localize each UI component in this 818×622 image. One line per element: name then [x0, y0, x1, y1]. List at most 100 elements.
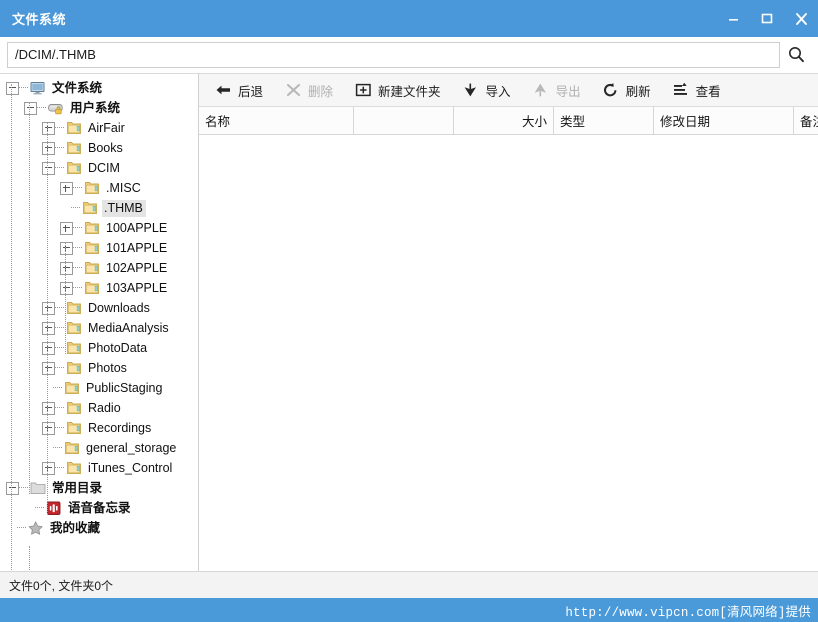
toolbar-button-label: 新建文件夹 — [378, 84, 441, 99]
tree-item-label: .THMB — [102, 199, 146, 217]
collapse-minus-icon[interactable] — [6, 81, 19, 95]
tree-connector — [19, 87, 28, 89]
tree-connector — [55, 307, 64, 309]
expand-plus-icon[interactable] — [42, 401, 55, 415]
tree-connector — [55, 167, 64, 169]
footer-bar: http://www.vipcn.com[清风网络]提供 — [0, 598, 818, 622]
tree-item-label: 102APPLE — [106, 260, 168, 275]
toolbar-button-delete-x: 删除 — [278, 76, 342, 104]
folder-icon — [65, 360, 83, 376]
tree-connector — [55, 427, 64, 429]
toolbar-button-label: 刷新 — [625, 84, 651, 99]
tree-item-[interactable]: 文件系统 — [0, 78, 198, 98]
tree-item-label: 100APPLE — [106, 220, 168, 235]
expand-plus-icon[interactable] — [42, 121, 55, 135]
tree-connector — [55, 327, 64, 329]
tree-item-label: PhotoData — [88, 340, 148, 355]
expand-plus-icon[interactable] — [42, 141, 55, 155]
tree-item-label: PublicStaging — [86, 380, 163, 395]
status-bar: 文件0个, 文件夹0个 — [0, 571, 818, 598]
tree-connector — [73, 247, 82, 249]
expand-plus-icon[interactable] — [60, 221, 73, 235]
main-body: 文件系统 用户系统 AirFair Books DCIM .MISC .THMB 100APP… — [0, 73, 818, 571]
column-header-备注[interactable]: 备注 — [794, 107, 818, 134]
tree-connector — [17, 527, 26, 529]
toolbar-button-label: 删除 — [308, 84, 334, 99]
tree-connector — [53, 447, 62, 449]
file-toolbar: 后退 删除 新建文件夹 导入 导出 刷新 查看 — [199, 74, 818, 107]
expand-plus-icon[interactable] — [60, 241, 73, 255]
tree-item-[interactable]: 语音备忘录 — [0, 498, 198, 518]
folder-icon — [83, 240, 101, 256]
file-system-window: 文件系统 /DCIM/.THMB 文件系统 用户系统 AirFair Books D — [0, 0, 818, 622]
tree-item-label: DCIM — [88, 160, 120, 175]
column-header-label: 备注 — [800, 115, 818, 129]
expand-plus-icon[interactable] — [42, 341, 55, 355]
tree-item-label: iTunes_Control — [88, 460, 173, 475]
expand-plus-icon[interactable] — [42, 301, 55, 315]
folder-icon — [83, 280, 101, 296]
folder-icon — [83, 180, 101, 196]
collapse-minus-icon[interactable] — [24, 101, 37, 115]
expand-plus-icon[interactable] — [60, 281, 73, 295]
tree-connector — [35, 507, 44, 509]
view-list-icon — [671, 81, 691, 99]
close-button[interactable] — [784, 4, 818, 34]
collapse-minus-icon[interactable] — [42, 161, 55, 175]
tree-item-label: Downloads — [88, 300, 150, 315]
tree-guide-line — [65, 242, 66, 354]
toolbar-button-new-folder[interactable]: 新建文件夹 — [348, 76, 450, 104]
toolbar-button-refresh[interactable]: 刷新 — [596, 76, 660, 104]
expand-plus-icon[interactable] — [60, 181, 73, 195]
tree-connector — [73, 187, 82, 189]
folder-icon — [65, 460, 83, 476]
expand-plus-icon[interactable] — [42, 421, 55, 435]
minimize-button[interactable] — [716, 4, 750, 34]
tree-item-label: 语音备忘录 — [68, 500, 131, 515]
toolbar-button-import-down[interactable]: 导入 — [456, 76, 520, 104]
column-header-spacer[interactable] — [354, 107, 454, 134]
tree-connector — [71, 207, 80, 209]
tree-connector — [55, 127, 64, 129]
tree-guide-line — [29, 102, 30, 494]
column-header-大小[interactable]: 大小 — [454, 107, 554, 134]
tree-item-[interactable]: 我的收藏 — [0, 518, 198, 538]
tree-connector — [55, 147, 64, 149]
tree-item-label: Photos — [88, 360, 127, 375]
folder-icon — [65, 420, 83, 436]
collapse-minus-icon[interactable] — [6, 481, 19, 495]
tree-connector — [37, 107, 46, 109]
toolbar-button-back-arrow[interactable]: 后退 — [208, 76, 272, 104]
expand-plus-icon[interactable] — [42, 461, 55, 475]
file-list[interactable] — [199, 135, 818, 571]
search-button[interactable] — [780, 41, 812, 69]
expand-plus-icon[interactable] — [42, 361, 55, 375]
export-up-icon — [531, 81, 551, 99]
tree-item-label: MediaAnalysis — [88, 320, 169, 335]
path-input[interactable]: /DCIM/.THMB — [7, 41, 780, 68]
search-icon — [788, 47, 804, 63]
expand-plus-icon[interactable] — [60, 261, 73, 275]
folder-icon — [65, 120, 83, 136]
tree-item-label: 103APPLE — [106, 280, 168, 295]
folder-tree-pane[interactable]: 文件系统 用户系统 AirFair Books DCIM .MISC .THMB 100APP… — [0, 74, 199, 571]
maximize-button[interactable] — [750, 4, 784, 34]
column-header-类型[interactable]: 类型 — [554, 107, 654, 134]
expand-plus-icon[interactable] — [42, 321, 55, 335]
column-header-名称[interactable]: 名称 — [199, 107, 354, 134]
column-header-修改日期[interactable]: 修改日期 — [654, 107, 794, 134]
toolbar-button-view-list[interactable]: 查看 — [666, 76, 730, 104]
star-icon — [27, 520, 45, 536]
toolbar-button-label: 导入 — [485, 84, 511, 99]
